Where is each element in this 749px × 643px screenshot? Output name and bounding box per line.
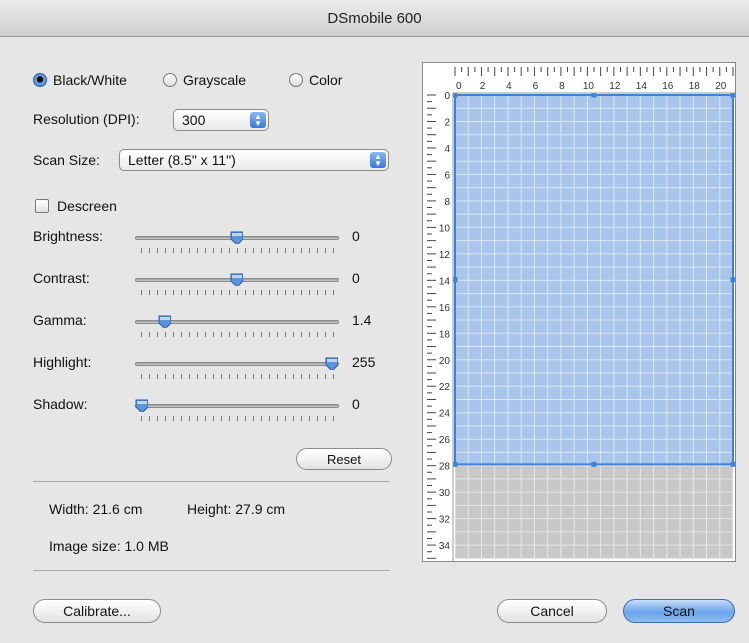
slider-value: 0: [352, 228, 360, 244]
selection-handle: [591, 461, 597, 467]
resolution-value: 300: [182, 112, 206, 128]
ruler-label: 28: [439, 462, 451, 473]
ruler-label: 0: [444, 91, 450, 102]
ruler-label: 8: [444, 197, 450, 208]
scanner-dialog: DSmobile 600 Black/White Grayscale Color…: [0, 0, 749, 643]
slider-track[interactable]: [135, 404, 339, 408]
scan-size-label: Scan Size:: [33, 152, 100, 168]
resolution-popup[interactable]: 300 ▲ ▼: [173, 109, 269, 131]
divider: [33, 570, 390, 571]
descreen-checkbox[interactable]: Descreen: [35, 198, 117, 214]
radio-color[interactable]: Color: [289, 72, 342, 88]
slider-thumb[interactable]: [229, 230, 243, 244]
ruler-label: 20: [439, 356, 451, 367]
slider-thumb[interactable]: [324, 356, 338, 370]
slider-label: Highlight:: [33, 354, 92, 370]
ruler-label: 18: [439, 329, 451, 340]
window-title: DSmobile 600: [327, 9, 422, 27]
ruler-label: 16: [439, 303, 451, 314]
resolution-label: Resolution (DPI):: [33, 111, 140, 127]
ruler-label: 6: [444, 170, 450, 181]
image-size-info: Image size: 1.0 MB: [49, 538, 169, 554]
radio-grayscale[interactable]: Grayscale: [163, 72, 246, 88]
slider-label: Gamma:: [33, 312, 87, 328]
scan-preview[interactable]: 0 2 4 6 8 10 12 14 16 18 20 0 2 4 6 8 10 12 14 16 18 20 22 24 26…: [422, 62, 736, 562]
ruler-label: 12: [609, 81, 621, 92]
slider-thumb[interactable]: [157, 314, 171, 328]
ruler-label: 4: [506, 81, 512, 92]
ruler-label: 32: [439, 515, 451, 526]
descreen-checkbox-box: [35, 199, 49, 213]
slider-thumb[interactable]: [229, 272, 243, 286]
radio-grayscale-indicator: [163, 73, 177, 87]
preview-canvas: 0 2 4 6 8 10 12 14 16 18 2002468101214161820222426…: [423, 63, 736, 561]
ruler-label: 24: [439, 409, 451, 420]
selection-handle: [730, 461, 736, 467]
slider-label: Brightness:: [33, 228, 104, 244]
selection-handle: [730, 277, 736, 283]
slider-thumb[interactable]: [134, 398, 148, 412]
ruler-label: 6: [533, 81, 539, 92]
scan-size-popup[interactable]: Letter (8.5" x 11") ▲ ▼: [119, 149, 389, 171]
ruler-label: 4: [444, 144, 450, 155]
cancel-button[interactable]: Cancel: [497, 599, 607, 623]
slider-ticks: [141, 374, 335, 379]
slider-ticks: [141, 332, 335, 337]
ruler-label: 10: [439, 223, 451, 234]
slider-value: 255: [352, 354, 376, 370]
height-info: Height: 27.9 cm: [187, 501, 286, 517]
radio-color-indicator: [289, 73, 303, 87]
ruler-label: 14: [636, 81, 648, 92]
radio-black-white-label: Black/White: [53, 72, 127, 88]
descreen-label: Descreen: [57, 198, 117, 214]
radio-black-white-indicator: [33, 73, 47, 87]
width-info: Width: 21.6 cm: [49, 501, 143, 517]
ruler-label: 2: [480, 81, 486, 92]
scan-button-label: Scan: [663, 603, 695, 619]
slider-label: Shadow:: [33, 396, 88, 412]
scan-selection: [455, 95, 733, 465]
ruler-label: 16: [662, 81, 674, 92]
scan-button[interactable]: Scan: [623, 599, 735, 623]
slider-value: 1.4: [352, 312, 372, 328]
reset-button-label: Reset: [327, 451, 361, 467]
slider-label: Contrast:: [33, 270, 90, 286]
radio-black-white[interactable]: Black/White: [33, 72, 127, 88]
ruler-label: 8: [559, 81, 565, 92]
calibrate-button-label: Calibrate...: [63, 603, 131, 619]
cancel-button-label: Cancel: [530, 603, 574, 619]
calibrate-button[interactable]: Calibrate...: [33, 599, 161, 623]
slider-ticks: [141, 290, 335, 295]
window-titlebar: DSmobile 600: [0, 0, 749, 37]
popup-arrows-icon: ▲ ▼: [250, 112, 266, 128]
reset-button[interactable]: Reset: [296, 448, 392, 470]
slider-ticks: [141, 416, 335, 421]
popup-arrows-icon: ▲ ▼: [370, 152, 386, 168]
ruler-label: 18: [689, 81, 701, 92]
slider-ticks: [141, 248, 335, 253]
ruler-label: 2: [444, 117, 450, 128]
ruler-label: 30: [439, 488, 451, 499]
radio-color-label: Color: [309, 72, 343, 88]
slider-value: 0: [352, 396, 360, 412]
ruler-label: 12: [439, 250, 451, 261]
radio-grayscale-label: Grayscale: [183, 72, 247, 88]
slider-track[interactable]: [135, 362, 339, 366]
ruler-label: 14: [439, 276, 451, 287]
ruler-label: 20: [715, 81, 727, 92]
scan-size-value: Letter (8.5" x 11"): [128, 152, 236, 168]
divider: [33, 481, 390, 482]
ruler-label: 10: [583, 81, 595, 92]
ruler-label: 22: [439, 382, 451, 393]
ruler-label: 34: [439, 541, 451, 552]
ruler-label: 0: [456, 81, 462, 92]
ruler-label: 26: [439, 435, 451, 446]
slider-value: 0: [352, 270, 360, 286]
